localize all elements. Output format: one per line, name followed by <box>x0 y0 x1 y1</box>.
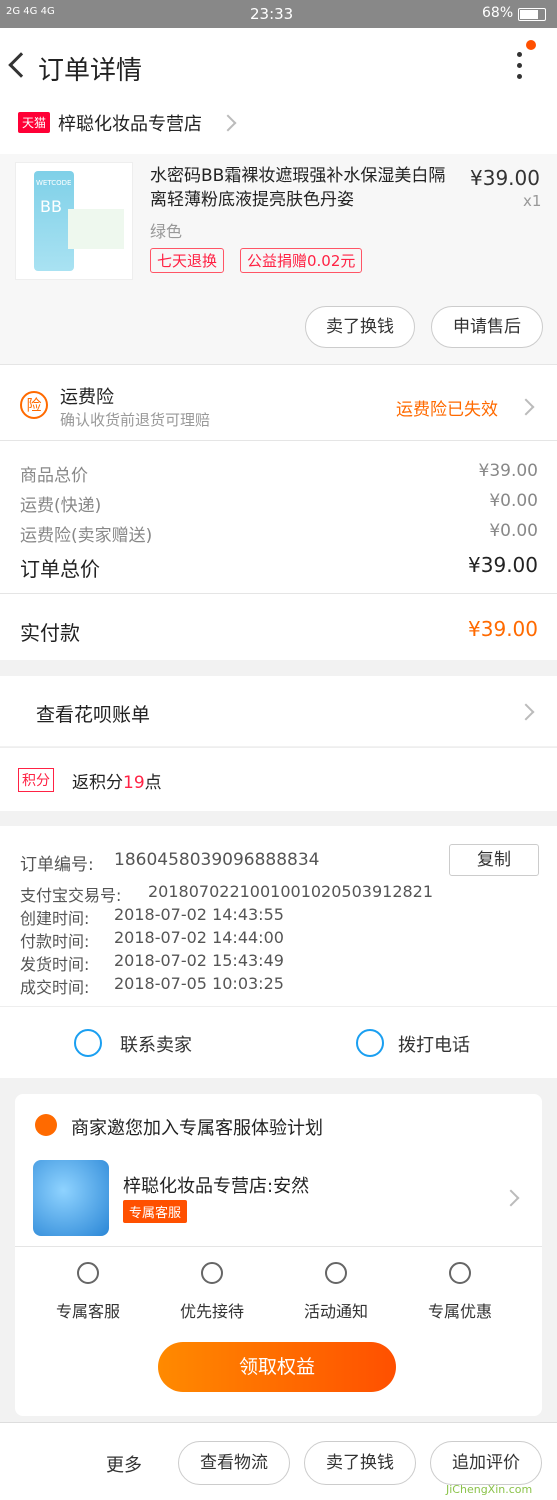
product-card[interactable]: WETCODE BB 水密码BB霜裸妆遮瑕强补水保湿美白隔离轻薄粉底液提亮肤色丹… <box>0 154 557 364</box>
return-policy-tag: 七天退换 <box>150 248 225 273</box>
order-info-label: 支付宝交易号: <box>20 886 122 905</box>
paid-value: ¥39.00 <box>468 617 538 641</box>
order-no: 1860458039096888834 <box>114 850 320 870</box>
total-row-value: ¥0.00 <box>489 521 538 541</box>
product-box-image <box>68 209 124 249</box>
contact-bar: 联系卖家 拨打电话 <box>0 1006 557 1078</box>
product-price: ¥39.00 <box>470 166 540 190</box>
points-badge: 积分 <box>18 768 54 792</box>
add-review-button[interactable]: 追加评价 <box>430 1441 542 1485</box>
product-title: 水密码BB霜裸妆遮瑕强补水保湿美白隔离轻薄粉底液提亮肤色丹姿 <box>150 166 446 210</box>
back-button[interactable] <box>8 50 34 80</box>
vip-feature-label: 专属客服 <box>55 1302 120 1321</box>
chat-icon <box>74 1029 102 1057</box>
insurance-icon: 险 <box>20 391 48 419</box>
shipping-insurance-row[interactable]: 险 运费险 确认收货前退货可理赔 运费险已失效 <box>0 364 557 440</box>
order-info: 订单编号: 1860458039096888834 复制 支付宝交易号: 2018… <box>0 826 557 1006</box>
vip-feature-label: 专属优惠 <box>427 1302 492 1321</box>
view-logistics-button[interactable]: 查看物流 <box>178 1441 290 1485</box>
insurance-subtitle: 确认收货前退货可理赔 <box>60 411 211 429</box>
vip-feature-item[interactable]: 优先接待 <box>157 1258 267 1328</box>
agent-icon <box>77 1262 99 1284</box>
phone-icon <box>356 1029 384 1057</box>
agent-badge: 专属客服 <box>123 1200 188 1223</box>
divider <box>0 593 557 594</box>
lightning-icon <box>201 1262 223 1284</box>
chevron-right-icon <box>517 703 535 721</box>
vip-feature-item[interactable]: 活动通知 <box>281 1258 391 1328</box>
sell-button[interactable]: 卖了换钱 <box>304 1441 416 1485</box>
total-row-value: ¥39.00 <box>478 461 538 481</box>
order-info-label: 成交时间: <box>20 978 90 997</box>
total-row-label: 运费险(卖家赠送) <box>20 526 153 546</box>
order-info-value: 2018-07-02 14:44:00 <box>114 928 284 947</box>
call-button[interactable]: 拨打电话 <box>352 1025 532 1061</box>
price-summary: 商品总价 ¥39.00 运费(快递) ¥0.00 运费险(卖家赠送) ¥0.00 订单总价… <box>0 440 557 660</box>
more-button[interactable]: 更多 <box>106 1451 142 1477</box>
points-row: 积分 返积分19点 <box>0 747 557 811</box>
vip-service-card: 商家邀您加入专属客服体验计划 梓聪化妆品专营店:安然 专属客服 专属客服 优先接待… <box>15 1094 542 1416</box>
notification-dot <box>526 40 536 50</box>
page-title: 订单详情 <box>38 56 143 86</box>
shop-name: 梓聪化妆品专营店 <box>58 114 202 135</box>
charity-tag: 公益捐赠0.02元 <box>240 248 363 273</box>
paid-label: 实付款 <box>20 621 80 645</box>
order-info-label: 发货时间: <box>20 955 90 974</box>
status-bar: 2G 4G 4G 23:33 68% <box>0 0 557 28</box>
coupon-icon <box>449 1262 471 1284</box>
huabei-label: 查看花呗账单 <box>36 704 151 726</box>
order-info-label: 付款时间: <box>20 932 90 951</box>
product-variant: 绿色 <box>150 222 183 241</box>
order-info-value: 2018-07-02 15:43:49 <box>114 951 284 970</box>
points-suffix: 点 <box>144 773 162 793</box>
total-row-label: 商品总价 <box>20 466 88 486</box>
tmall-badge: 天猫 <box>18 112 51 133</box>
total-row-value: ¥0.00 <box>489 491 538 511</box>
product-thumbnail: WETCODE BB <box>15 162 133 280</box>
order-info-value: 2018070221001001020503912821 <box>148 882 434 901</box>
vip-feature-label: 活动通知 <box>303 1302 368 1321</box>
huabei-row[interactable]: 查看花呗账单 <box>0 676 557 746</box>
insurance-status: 运费险已失效 <box>396 400 498 420</box>
vip-headline: 商家邀您加入专属客服体验计划 <box>71 1118 323 1139</box>
more-menu-button[interactable] <box>510 40 536 82</box>
crown-icon <box>35 1114 57 1136</box>
chevron-right-icon[interactable] <box>502 1189 520 1207</box>
copy-button[interactable]: 复制 <box>449 844 539 876</box>
agent-name: 梓聪化妆品专营店:安然 <box>123 1176 310 1197</box>
order-no-label: 订单编号: <box>20 855 94 875</box>
clock: 23:33 <box>250 5 294 23</box>
agent-avatar <box>33 1160 109 1236</box>
total-row-label: 运费(快递) <box>20 496 102 516</box>
order-info-value: 2018-07-05 10:03:25 <box>114 974 284 993</box>
after-sale-button[interactable]: 申请售后 <box>431 306 543 348</box>
shop-row[interactable]: 天猫 梓聪化妆品专营店 <box>0 102 557 154</box>
contact-seller-button[interactable]: 联系卖家 <box>70 1025 270 1061</box>
back-arrow-icon <box>8 52 34 78</box>
order-total-label: 订单总价 <box>20 557 100 581</box>
battery-icon <box>518 8 546 21</box>
order-total-value: ¥39.00 <box>468 553 538 577</box>
bottom-action-bar: 更多 查看物流 卖了换钱 追加评价 JiChengXin.com <box>0 1422 557 1500</box>
chevron-right-icon <box>517 398 535 416</box>
vip-feature-item[interactable]: 专属优惠 <box>405 1258 515 1328</box>
points-prefix: 返积分 <box>72 773 123 793</box>
order-info-label: 创建时间: <box>20 909 90 928</box>
vip-feature-label: 优先接待 <box>179 1302 244 1321</box>
bell-icon <box>325 1262 347 1284</box>
divider <box>15 1246 542 1247</box>
insurance-title: 运费险 <box>60 387 114 408</box>
vip-feature-item[interactable]: 专属客服 <box>33 1258 143 1328</box>
watermark: JiChengXin.com <box>446 1483 533 1496</box>
sell-again-button[interactable]: 卖了换钱 <box>305 306 415 348</box>
claim-benefits-button[interactable]: 领取权益 <box>158 1342 396 1392</box>
battery-text: 68% <box>482 5 514 21</box>
points-number: 19 <box>123 773 145 793</box>
product-qty: x1 <box>523 192 542 210</box>
signal-indicator: 2G 4G 4G <box>6 6 55 17</box>
chevron-right-icon <box>219 114 237 132</box>
order-info-value: 2018-07-02 14:43:55 <box>114 905 284 924</box>
